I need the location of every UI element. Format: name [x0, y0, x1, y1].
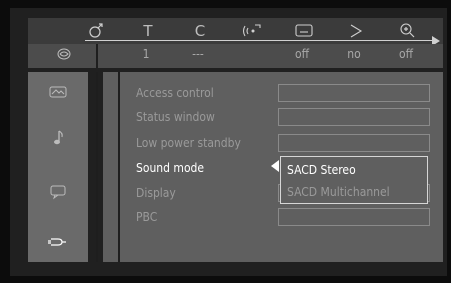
menu-item-sound-mode[interactable]: Sound mode — [136, 161, 204, 179]
settings-left-bar — [118, 72, 120, 262]
access-control-field[interactable] — [278, 84, 430, 102]
picture-settings-icon[interactable] — [42, 80, 74, 104]
sound-mode-popup: SACD Stereo SACD Multichannel — [280, 156, 428, 204]
music-note-icon[interactable] — [42, 126, 74, 150]
disc-icon — [40, 47, 88, 64]
low-power-standby-field[interactable] — [278, 134, 430, 152]
sidebar-divider — [96, 72, 98, 262]
plug-icon[interactable] — [28, 224, 88, 260]
audio-language-icon[interactable] — [83, 20, 109, 42]
title-value: 1 — [142, 47, 150, 61]
pbc-field[interactable] — [278, 208, 430, 226]
angle-icon[interactable] — [343, 20, 369, 42]
menu-item-status-window[interactable]: Status window — [136, 110, 215, 128]
subtitle-value: off — [294, 47, 310, 61]
menu-item-low-power-standby[interactable]: Low power standby — [136, 136, 241, 154]
menu-arrow-line — [85, 40, 435, 41]
subtitle-icon[interactable] — [291, 20, 317, 42]
option-sacd-stereo[interactable]: SACD Stereo — [287, 163, 356, 177]
zoom-icon[interactable] — [395, 20, 421, 42]
angle-value: no — [347, 47, 361, 61]
popup-pointer-icon — [271, 160, 279, 172]
menu-item-pbc[interactable]: PBC — [136, 210, 157, 228]
status-window-field[interactable] — [278, 108, 430, 126]
menu-item-access-control[interactable]: Access control — [136, 86, 214, 104]
title-icon[interactable]: T — [135, 20, 161, 42]
chapter-icon[interactable]: C — [187, 20, 213, 42]
sidebar — [28, 72, 88, 262]
status-divider — [96, 44, 98, 68]
option-sacd-multichannel[interactable]: SACD Multichannel — [287, 185, 390, 199]
menu-item-display[interactable]: Display — [136, 186, 176, 204]
speech-bubble-icon[interactable] — [42, 180, 74, 204]
zoom-value: off — [398, 47, 414, 61]
chapter-value: --- — [192, 47, 204, 61]
audio-channel-icon[interactable] — [239, 20, 265, 42]
status-bar: 1 --- off no off — [28, 44, 443, 68]
